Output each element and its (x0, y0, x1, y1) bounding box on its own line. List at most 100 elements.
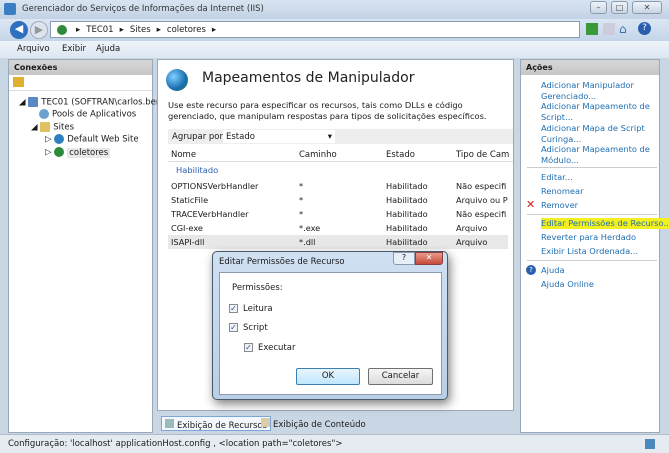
tree-label: coletores (67, 147, 111, 158)
dialog-title: Editar Permissões de Recurso (219, 257, 345, 267)
tree-item-server[interactable]: ◢ TEC01 (SOFTRAN\carlos.berto (19, 97, 168, 108)
dropdown-arrow-icon: ▾ (327, 132, 332, 142)
close-button[interactable]: ✕ (632, 1, 662, 14)
globe-icon (57, 24, 67, 35)
cell-path: *.dll (299, 237, 316, 247)
cancel-button[interactable]: Cancelar (368, 368, 433, 385)
action-add-managed-handler[interactable]: Adicionar Manipulador Gerenciado... (541, 80, 659, 101)
tree-item-default-web-site[interactable]: ▷ Default Web Site (45, 134, 139, 145)
column-nome[interactable]: Nome (171, 150, 196, 160)
dialog-close-button[interactable]: ✕ (415, 252, 443, 265)
tree-item-app-pools[interactable]: Pools de Aplicativos (39, 109, 136, 120)
cell-name: OPTIONSVerbHandler (171, 181, 259, 191)
chevron-icon: ▸ (156, 24, 161, 35)
home-icon[interactable]: ⌂ (619, 22, 627, 36)
table-row[interactable]: StaticFile * Habilitado Arquivo ou P (168, 193, 508, 207)
tree-item-coletores[interactable]: ▷ coletores (45, 147, 111, 158)
cell-state: Habilitado (386, 237, 428, 247)
features-view-icon (165, 419, 174, 428)
cell-type: Não especifi (456, 209, 507, 219)
action-revert-to-inherited[interactable]: Reverter para Herdado (541, 232, 659, 243)
action-view-ordered-list[interactable]: Exibir Lista Ordenada... (541, 246, 659, 257)
cell-state: Habilitado (386, 195, 428, 205)
read-label: Leitura (243, 304, 273, 314)
group-by-bar: Agrupar por: Estado ▾ (168, 129, 513, 144)
app-pool-icon (39, 109, 49, 119)
stop-icon[interactable] (603, 23, 615, 35)
action-remove[interactable]: Remover (541, 200, 659, 211)
content-view-icon (261, 418, 270, 427)
dialog-body: Permissões: ✓ Leitura ✓ Script ✓ Executa… (219, 272, 442, 395)
table-row[interactable]: ISAPI-dll *.dll Habilitado Arquivo (168, 235, 508, 249)
menu-exibir[interactable]: Exibir (62, 44, 86, 54)
refresh-icon[interactable] (586, 23, 598, 35)
table-row[interactable]: OPTIONSVerbHandler * Habilitado Não especif… (168, 179, 508, 193)
table-row[interactable]: CGI-exe *.exe Habilitado Arquivo (168, 221, 508, 235)
read-checkbox[interactable]: ✓ (229, 304, 238, 313)
address-bar[interactable]: ▸ TEC01 ▸ Sites ▸ coletores ▸ (50, 21, 580, 38)
ok-button[interactable]: OK (296, 368, 360, 385)
remove-icon: ✕ (526, 198, 536, 211)
separator (527, 260, 657, 261)
breadcrumb-sites[interactable]: Sites (130, 25, 151, 35)
action-add-module-mapping[interactable]: Adicionar Mapeamento de Módulo... (541, 144, 659, 165)
permissions-label: Permissões: (232, 283, 283, 293)
group-by-value: Estado (226, 132, 255, 142)
cell-path: * (299, 181, 304, 191)
cell-type: Não especifi (456, 181, 507, 191)
tab-label: Exibição de Recursos (177, 421, 267, 431)
column-tipo[interactable]: Tipo de Cam (456, 150, 509, 160)
group-by-label: Agrupar por: (172, 132, 226, 142)
dialog-help-button[interactable]: ? (393, 252, 415, 265)
tree-label: Sites (53, 122, 74, 133)
view-tabs: Exibição de Recursos Exibição de Conteúd… (158, 415, 366, 433)
breadcrumb-coletores[interactable]: coletores (167, 25, 206, 35)
cell-type: Arquivo ou P (456, 195, 508, 205)
page-title: Mapeamentos de Manipulador (202, 70, 415, 86)
tab-features-view[interactable]: Exibição de Recursos (161, 416, 271, 431)
tab-content-view[interactable]: Exibição de Conteúdo (261, 418, 366, 430)
help-icon[interactable]: ? (638, 22, 651, 35)
cell-state: Habilitado (386, 181, 428, 191)
action-add-wildcard-script-map[interactable]: Adicionar Mapa de Script Curinga... (541, 123, 659, 144)
cell-name: TRACEVerbHandler (171, 209, 249, 219)
action-edit[interactable]: Editar... (541, 172, 659, 183)
status-bar: Configuração: 'localhost' applicationHos… (0, 434, 669, 453)
action-add-script-map[interactable]: Adicionar Mapeamento de Script... (541, 101, 659, 122)
minimize-button[interactable]: – (590, 1, 607, 14)
menu-bar: Arquivo Exibir Ajuda (0, 41, 669, 58)
menu-ajuda[interactable]: Ajuda (96, 44, 120, 54)
script-checkbox[interactable]: ✓ (229, 323, 238, 332)
globe-icon (54, 134, 65, 144)
globe-icon (54, 147, 65, 157)
status-text: Configuração: 'localhost' applicationHos… (8, 439, 343, 449)
breadcrumb-tec01[interactable]: TEC01 (86, 25, 113, 35)
navigation-bar: ◀ ▶ ▸ TEC01 ▸ Sites ▸ coletores ▸ ⌂ ? (0, 19, 669, 41)
iis-app-icon (4, 3, 16, 15)
forward-button[interactable]: ▶ (30, 21, 48, 39)
menu-arquivo[interactable]: Arquivo (17, 44, 50, 54)
column-estado[interactable]: Estado (386, 150, 415, 160)
action-edit-feature-permissions[interactable]: Editar Permissões de Recurso... (541, 218, 669, 229)
tree-item-sites[interactable]: ◢ Sites (31, 122, 74, 133)
action-online-help[interactable]: Ajuda Online (541, 279, 659, 290)
execute-checkbox[interactable]: ✓ (244, 343, 253, 352)
cell-name: CGI-exe (171, 223, 203, 233)
cell-name: ISAPI-dll (171, 237, 205, 247)
back-button[interactable]: ◀ (10, 21, 28, 39)
handler-mappings-icon (166, 69, 188, 91)
action-help[interactable]: Ajuda (541, 265, 659, 276)
action-rename[interactable]: Renomear (541, 186, 659, 197)
column-caminho[interactable]: Caminho (299, 150, 337, 160)
page-description: Use este recurso para especificar os rec… (168, 100, 487, 121)
table-row[interactable]: TRACEVerbHandler * Habilitado Não especifi (168, 207, 508, 221)
connect-icon[interactable] (13, 77, 24, 87)
group-by-select[interactable]: Estado ▾ (223, 130, 335, 143)
folder-icon (40, 122, 51, 132)
actions-pane: Ações Adicionar Manipulador Gerenciado..… (520, 59, 669, 433)
cell-type: Arquivo (456, 237, 488, 247)
actions-header: Ações (521, 60, 659, 75)
tab-label: Exibição de Conteúdo (273, 420, 366, 430)
maximize-button[interactable]: □ (611, 1, 628, 14)
connections-pane: Conexões ◢ TEC01 (SOFTRAN\carlos.berto P… (8, 59, 168, 433)
